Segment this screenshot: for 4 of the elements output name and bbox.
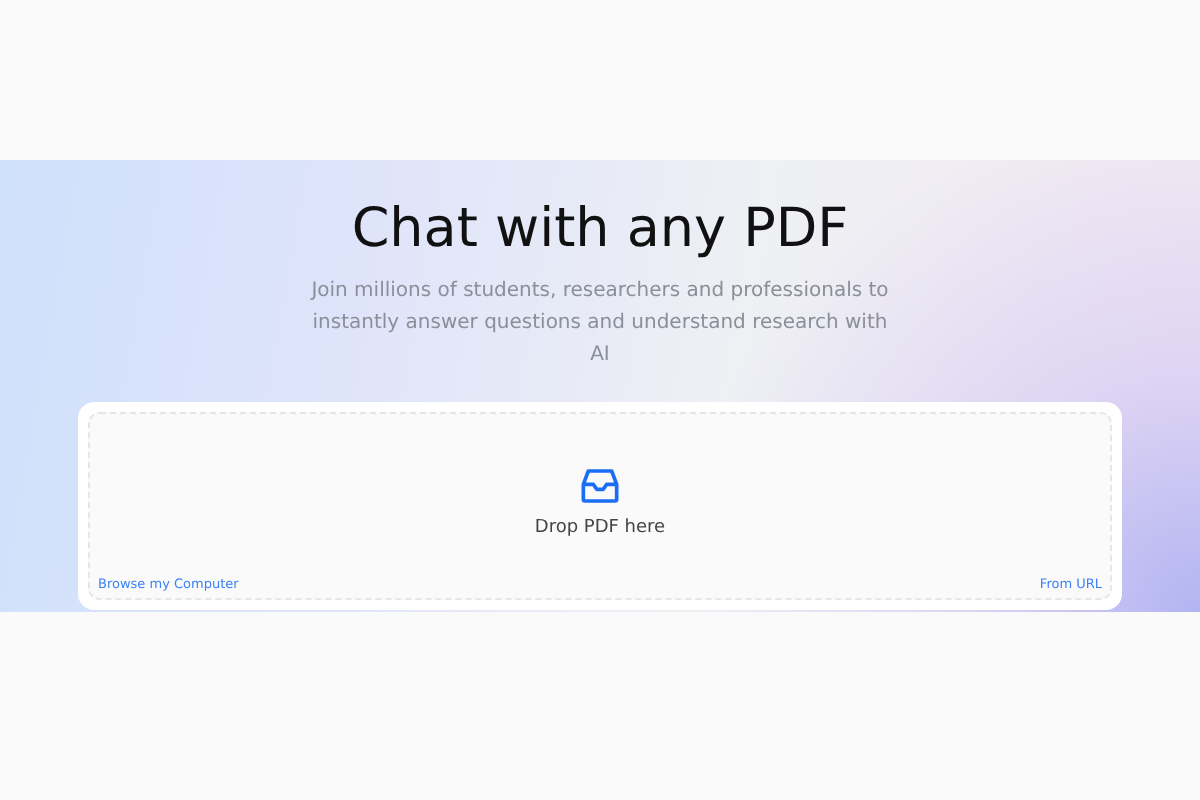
inbox-icon [580, 466, 620, 506]
hero-subtitle: Join millions of students, researchers and professionals to instantly answer questions and understand research with AI [308, 278, 891, 370]
drop-prompt: Drop PDF here [534, 518, 666, 538]
page-title: Chat with any PDF [349, 198, 851, 260]
